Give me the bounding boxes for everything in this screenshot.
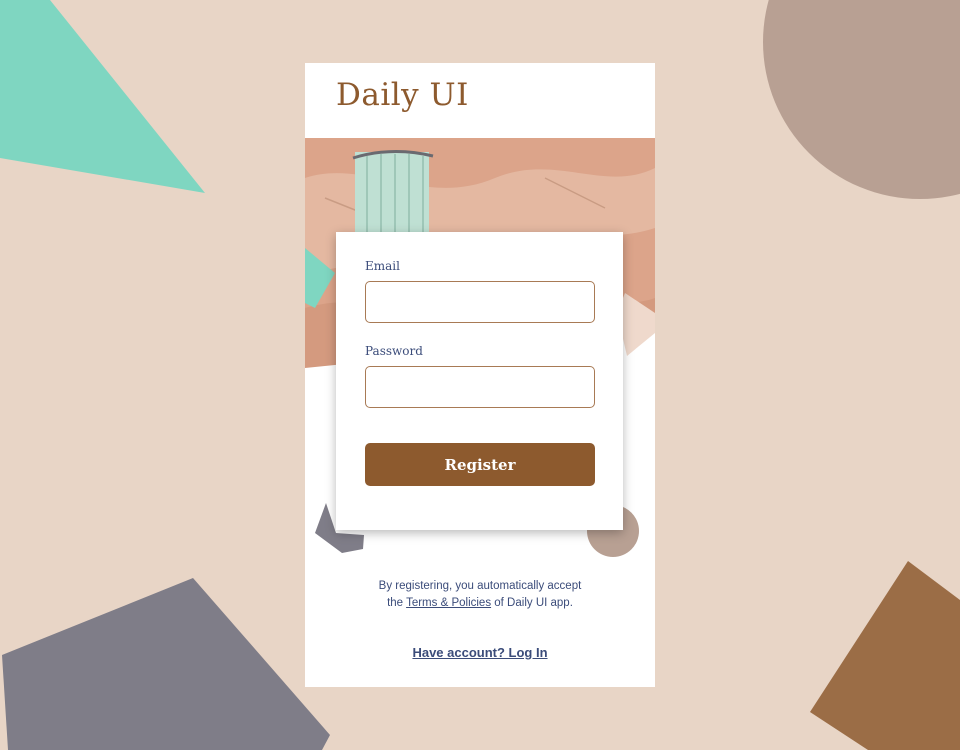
email-label: Email: [365, 259, 400, 273]
register-button[interactable]: Register: [365, 443, 595, 486]
terms-prefix: the: [387, 597, 407, 609]
password-field[interactable]: [365, 366, 595, 408]
mauve-circle-shape: [763, 0, 960, 199]
registration-form: Email Password Register: [336, 232, 623, 530]
login-link-container: Have account? Log In: [305, 645, 655, 660]
terms-line-1: By registering, you automatically accept: [378, 580, 582, 592]
slate-quad-shape: [2, 578, 330, 750]
password-label: Password: [365, 344, 423, 358]
terms-suffix: of Daily UI app.: [491, 597, 573, 609]
login-link[interactable]: Have account? Log In: [412, 645, 547, 660]
email-field[interactable]: [365, 281, 595, 323]
terms-line-2: the Terms & Policies of Daily UI app.: [305, 595, 655, 612]
terms-policies-link[interactable]: Terms & Policies: [406, 597, 491, 609]
terms-notice: By registering, you automatically accept…: [305, 578, 655, 612]
tan-quad-shape: [810, 561, 960, 750]
teal-triangle-shape: [0, 0, 205, 193]
